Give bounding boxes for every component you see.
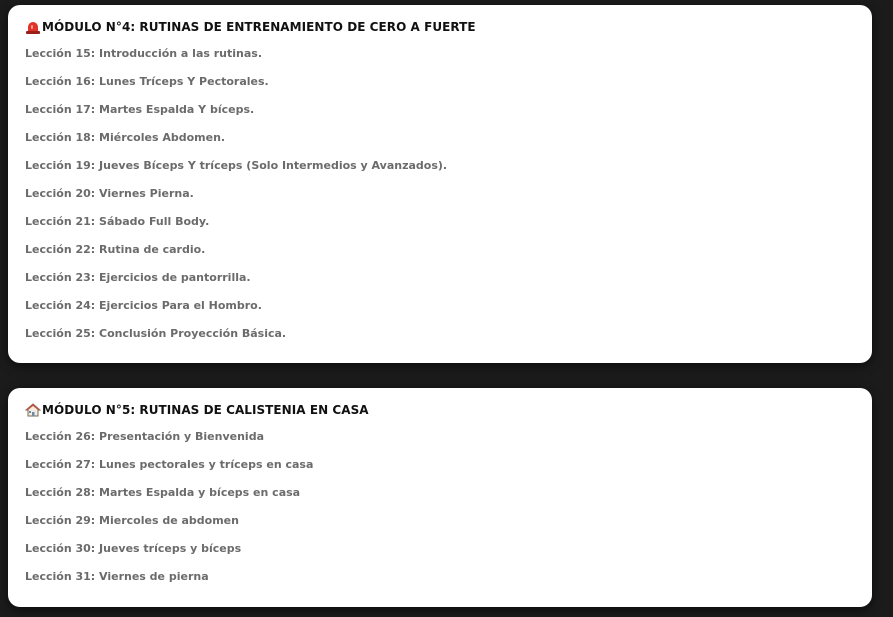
lesson-16-link[interactable]: Lección 16: Lunes Tríceps Y Pectorales. [25,74,872,102]
lesson-19-link[interactable]: Lección 19: Jueves Bíceps Y tríceps (Sol… [25,158,872,186]
lesson-28-link[interactable]: Lección 28: Martes Espalda y bíceps en c… [25,485,872,513]
lesson-20-link[interactable]: Lección 20: Viernes Pierna. [25,186,872,214]
house-icon [24,403,42,417]
lesson-22-link[interactable]: Lección 22: Rutina de cardio. [25,242,872,270]
lesson-25-link[interactable]: Lección 25: Conclusión Proyección Básica… [25,326,872,354]
module-4-card: MÓDULO N°4: RUTINAS DE ENTRENAMIENTO DE … [8,5,872,363]
lesson-24-link[interactable]: Lección 24: Ejercicios Para el Hombro. [25,298,872,326]
lesson-26-link[interactable]: Lección 26: Presentación y Bienvenida [25,429,872,457]
lesson-29-link[interactable]: Lección 29: Miercoles de abdomen [25,513,872,541]
lesson-30-link[interactable]: Lección 30: Jueves tríceps y bíceps [25,541,872,569]
lesson-23-link[interactable]: Lección 23: Ejercicios de pantorrilla. [25,270,872,298]
lesson-18-link[interactable]: Lección 18: Miércoles Abdomen. [25,130,872,158]
module-4-title: MÓDULO N°4: RUTINAS DE ENTRENAMIENTO DE … [25,16,872,38]
module-4-lesson-list: Lección 15: Introducción a las rutinas. … [25,46,872,354]
module-5-title-text: MÓDULO N°5: RUTINAS DE CALISTENIA EN CAS… [42,403,369,417]
module-5-lesson-list: Lección 26: Presentación y Bienvenida Le… [25,429,872,597]
lesson-15-link[interactable]: Lección 15: Introducción a las rutinas. [25,46,872,74]
module-4-title-text: MÓDULO N°4: RUTINAS DE ENTRENAMIENTO DE … [42,20,476,34]
lesson-17-link[interactable]: Lección 17: Martes Espalda Y bíceps. [25,102,872,130]
lesson-31-link[interactable]: Lección 31: Viernes de pierna [25,569,872,597]
lesson-21-link[interactable]: Lección 21: Sábado Full Body. [25,214,872,242]
module-5-title: MÓDULO N°5: RUTINAS DE CALISTENIA EN CAS… [24,399,872,421]
module-5-card: MÓDULO N°5: RUTINAS DE CALISTENIA EN CAS… [8,388,872,607]
siren-icon [25,20,41,34]
lesson-27-link[interactable]: Lección 27: Lunes pectorales y tríceps e… [25,457,872,485]
